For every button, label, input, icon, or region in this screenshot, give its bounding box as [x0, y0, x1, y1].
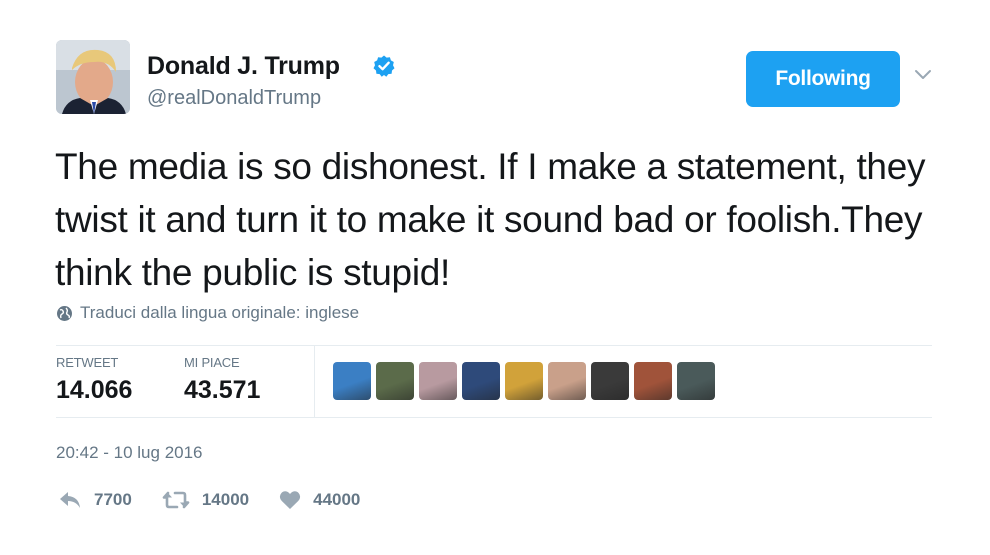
following-button[interactable]: Following [746, 51, 900, 107]
liker-avatar[interactable] [634, 362, 672, 400]
likes-label: MI PIACE [184, 355, 240, 370]
reply-icon [60, 492, 80, 508]
retweet-action-count: 14000 [201, 490, 250, 509]
liker-avatar[interactable] [591, 362, 629, 400]
retweet-count: 14.066 [56, 376, 133, 404]
liker-avatar[interactable] [548, 362, 586, 400]
tweet-text: The media is so dishonest. If I make a s… [55, 146, 926, 293]
tweet-actions: 7700 14000 44000 [58, 490, 390, 510]
translate-label: Traduci dalla lingua originale: inglese [80, 303, 360, 322]
like-button[interactable]: 44000 [279, 490, 360, 510]
retweet-stat[interactable]: RETWEET 14.066 [56, 355, 132, 405]
liker-avatar[interactable] [333, 362, 371, 400]
divider [56, 417, 932, 418]
divider [314, 345, 315, 417]
like-action-count: 44000 [313, 490, 361, 509]
retweet-label: RETWEET [56, 355, 119, 370]
liker-avatar[interactable] [419, 362, 457, 400]
liker-avatars [333, 362, 715, 400]
globe-icon [57, 305, 72, 321]
translate-link[interactable]: Traduci dalla lingua originale: inglese [56, 303, 359, 323]
likes-stat[interactable]: MI PIACE 43.571 [184, 355, 260, 405]
liker-avatar[interactable] [376, 362, 414, 400]
liker-avatar[interactable] [462, 362, 500, 400]
chevron-down-icon[interactable] [913, 68, 933, 82]
user-handle[interactable]: @realDonaldTrump [147, 87, 321, 110]
reply-count: 7700 [94, 490, 132, 509]
profile-avatar[interactable] [56, 40, 130, 114]
retweet-icon [162, 491, 190, 509]
user-name[interactable]: Donald J. Trump [147, 52, 340, 81]
heart-icon [280, 491, 301, 509]
reply-button[interactable]: 7700 [58, 490, 132, 510]
likes-count: 43.571 [184, 376, 261, 404]
liker-avatar[interactable] [677, 362, 715, 400]
verified-badge-icon [373, 55, 395, 77]
tweet-timestamp[interactable]: 20:42 - 10 lug 2016 [56, 443, 203, 463]
divider [56, 345, 932, 346]
retweet-button[interactable]: 14000 [162, 490, 249, 510]
liker-avatar[interactable] [505, 362, 543, 400]
